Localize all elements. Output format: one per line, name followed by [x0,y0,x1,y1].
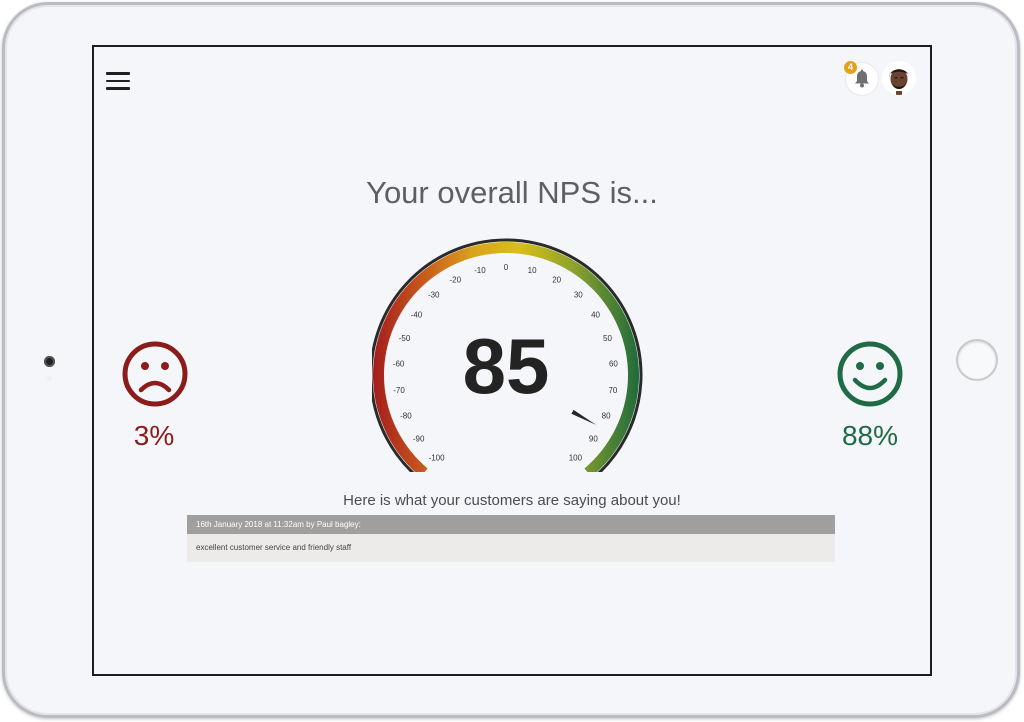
gauge-tick-label: 50 [603,334,612,343]
gauge-tick-label: 90 [589,434,598,443]
gauge-tick-label: -80 [400,411,412,420]
gauge-tick-label: 60 [609,360,618,369]
sensor-dot [47,376,52,381]
app-screen: 4 Your overall NPS is... 3% 88% -100 -90… [92,45,932,676]
nps-gauge: -100-90-80-70-60-50-40-30-20-10 0 10203040… [372,238,643,472]
gauge-tick-label: 10 [528,266,537,275]
gauge-tick-label: 20 [552,276,561,285]
promoters-percent: 88% [841,420,899,451]
gauge-tick-label: -30 [428,291,440,300]
gauge-tick-label: 70 [608,386,617,395]
gauge-tick-label: -50 [399,334,411,343]
user-avatar[interactable] [882,61,916,95]
gauge-tick-label: -90 [413,434,425,443]
gauge-tick-label: 30 [574,291,583,300]
gauge-tick-label: 80 [602,411,611,420]
gauge-tick-label: 100 [569,454,583,463]
gauge-tick-label: -10 [474,266,486,275]
happy-face-icon [837,341,903,407]
gauge-tick-label: 0 [504,263,509,272]
gauge-tick-label: -100 [429,454,446,463]
notification-badge: 4 [844,61,857,74]
comment-meta: 16th January 2018 at 11:32am by Paul bag… [187,515,835,534]
detractors-percent: 3% [133,420,175,451]
sad-face-icon [122,341,188,407]
comment-text: excellent customer service and friendly … [187,534,835,562]
gauge-tick-label: -20 [450,276,462,285]
gauge-tick-label: -70 [393,386,405,395]
home-button[interactable] [956,339,998,381]
gauge-tick-label: 40 [591,311,600,320]
feedback-title: Here is what your customers are saying a… [343,492,681,509]
gauge-tick-label: -60 [393,360,405,369]
nps-score: 85 [463,322,550,410]
gauge-needle [571,409,597,425]
gauge-needle-pointer [571,409,597,425]
hamburger-menu-icon[interactable] [106,72,130,92]
page-title: Your overall NPS is... [366,175,658,210]
camera-icon [44,356,55,367]
gauge-tick-label: -40 [411,311,423,320]
